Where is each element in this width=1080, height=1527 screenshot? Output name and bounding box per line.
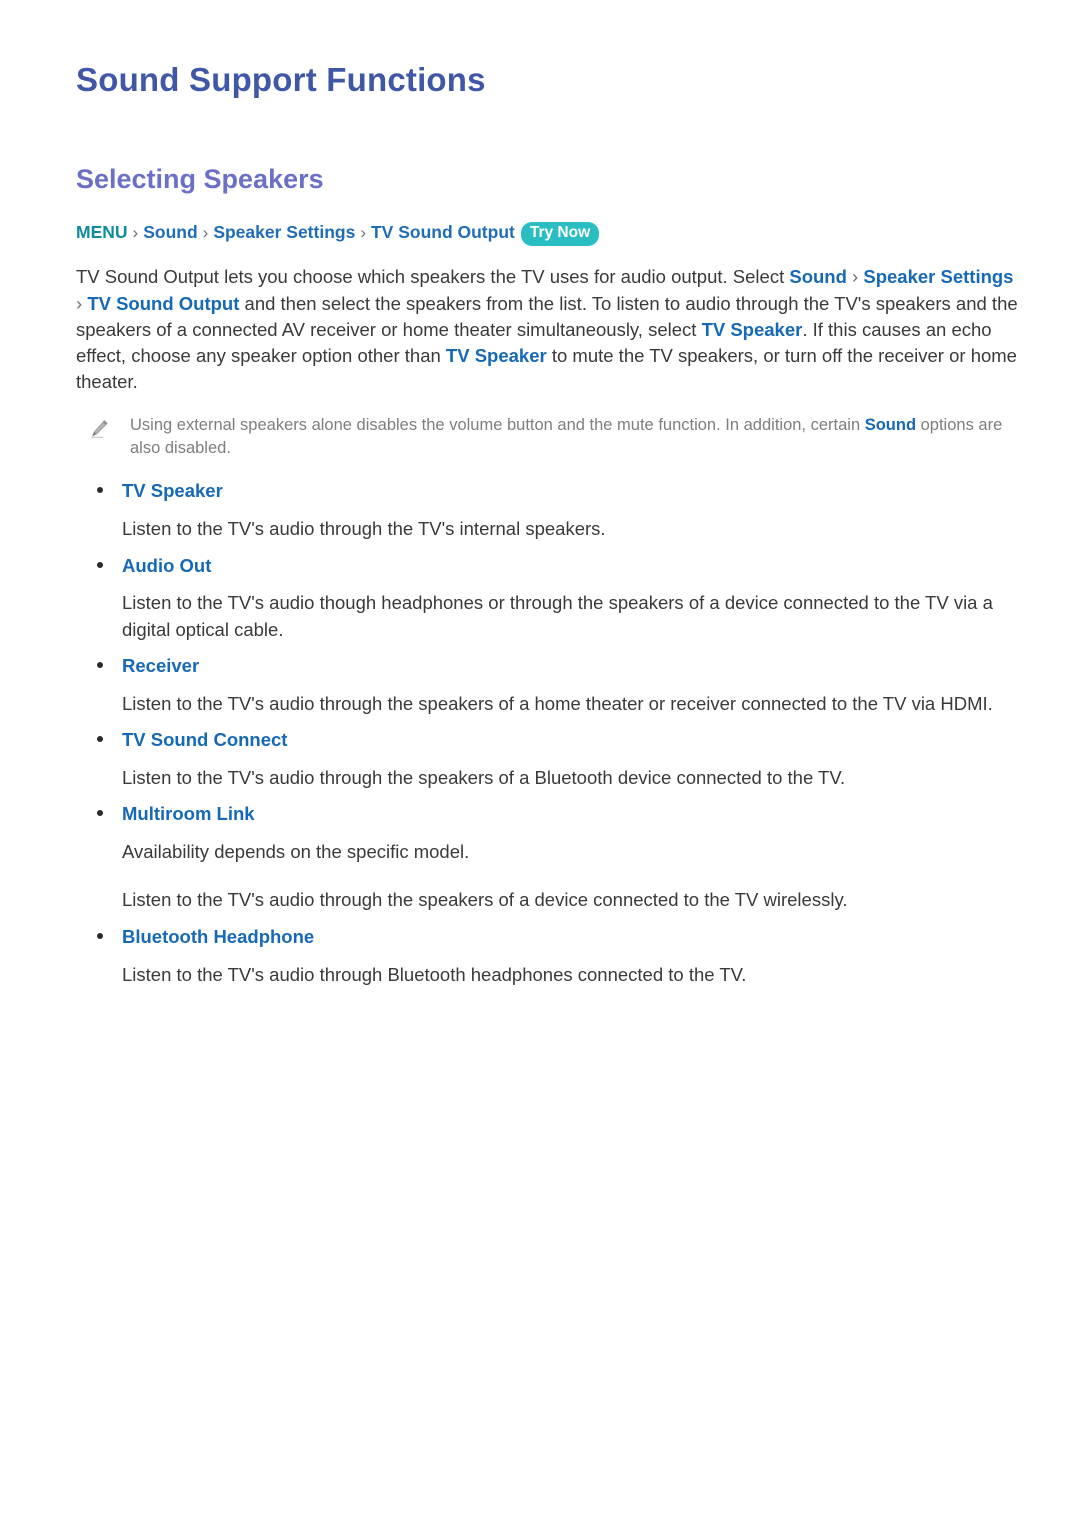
option-header-tv-speaker: TV Speaker [76, 478, 1020, 504]
intro-chevron-1: › [846, 266, 864, 288]
list-item: Audio Out Listen to the TV's audio thoug… [76, 553, 1020, 643]
breadcrumb-separator-2: › [202, 223, 209, 243]
breadcrumb-item-sound[interactable]: Sound [143, 222, 197, 242]
pencil-icon [88, 418, 110, 440]
option-header-bluetooth-headphone: Bluetooth Headphone [76, 924, 1020, 950]
option-label[interactable]: Receiver [122, 655, 199, 676]
intro-text-1: TV Sound Output lets you choose which sp… [76, 266, 790, 288]
bullet-icon [97, 736, 103, 743]
note-link-sound[interactable]: Sound [865, 416, 916, 434]
document-page: Sound Support Functions Selecting Speake… [0, 0, 1080, 1527]
option-description-secondary: Listen to the TV's audio through the spe… [122, 889, 848, 911]
intro-link-tv-speaker-2[interactable]: TV Speaker [446, 345, 547, 366]
bullet-icon [97, 662, 103, 669]
option-header-receiver: Receiver [76, 653, 1020, 679]
breadcrumb-separator-1: › [132, 223, 139, 243]
option-label[interactable]: TV Speaker [122, 480, 223, 501]
page-title: Sound Support Functions [76, 61, 486, 98]
list-item: Bluetooth Headphone Listen to the TV's a… [76, 924, 1020, 988]
option-label[interactable]: TV Sound Connect [122, 729, 287, 750]
list-item: TV Speaker Listen to the TV's audio thro… [76, 478, 1020, 542]
option-label[interactable]: Audio Out [122, 555, 211, 576]
section-title: Selecting Speakers [76, 164, 324, 195]
breadcrumb: MENU › Sound › Speaker Settings › TV Sound Out… [76, 219, 1020, 247]
option-description: Listen to the TV's audio through the spe… [122, 692, 993, 714]
intro-link-tv-speaker-1[interactable]: TV Speaker [702, 319, 803, 340]
try-now-badge[interactable]: Try Now [520, 222, 600, 247]
option-label[interactable]: Bluetooth Headphone [122, 926, 314, 947]
note-text: Using external speakers alone disables t… [130, 414, 1012, 461]
document-content: Sound Support Functions Selecting Speake… [0, 0, 1080, 988]
list-item: Receiver Listen to the TV's audio throug… [76, 653, 1020, 717]
option-label[interactable]: Multiroom Link [122, 803, 255, 824]
bullet-icon [97, 932, 103, 939]
list-item: TV Sound Connect Listen to the TV's audi… [76, 727, 1020, 791]
note-text-before: Using external speakers alone disables t… [130, 415, 865, 434]
bullet-icon [97, 810, 103, 817]
breadcrumb-separator-3: › [360, 223, 366, 243]
intro-link-tv-sound-output[interactable]: TV Sound Output [87, 293, 239, 314]
option-description: Availability depends on the specific mod… [122, 841, 470, 863]
intro-link-speaker-settings[interactable]: Speaker Settings [863, 266, 1013, 287]
breadcrumb-item-tv-sound-output[interactable]: TV Sound Output [371, 222, 515, 242]
option-header-tv-sound-connect: TV Sound Connect [76, 727, 1020, 753]
list-item: Multiroom Link Availability depends on t… [76, 801, 1020, 913]
option-description: Listen to the TV's audio though headphon… [122, 592, 993, 640]
option-header-audio-out: Audio Out [76, 553, 1020, 579]
intro-paragraph: TV Sound Output lets you choose which sp… [76, 264, 1020, 395]
option-description: Listen to the TV's audio through the spe… [122, 767, 846, 789]
intro-chevron-2: › [76, 292, 88, 314]
option-header-multiroom-link: Multiroom Link [76, 801, 1020, 827]
bullet-icon [97, 487, 103, 494]
note-block: Using external speakers alone disables t… [82, 414, 1012, 461]
bullet-icon [97, 561, 103, 568]
breadcrumb-item-speaker-settings[interactable]: Speaker Settings [213, 222, 355, 242]
option-description: Listen to the TV's audio through Bluetoo… [122, 963, 747, 985]
breadcrumb-menu[interactable]: MENU [76, 222, 128, 242]
speaker-options-list: TV Speaker Listen to the TV's audio thro… [76, 478, 1020, 987]
intro-link-sound[interactable]: Sound [789, 266, 847, 287]
option-description: Listen to the TV's audio through the TV'… [122, 518, 606, 540]
